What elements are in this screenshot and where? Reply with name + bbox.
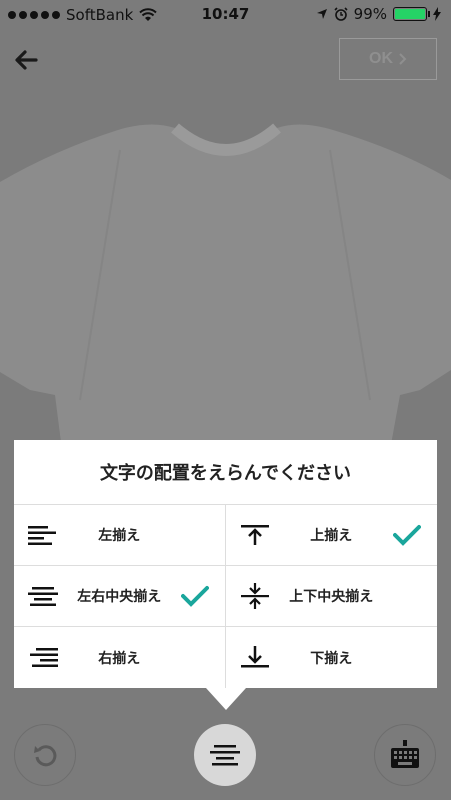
alignment-options: 左揃え 上揃え 左右中央揃え 上下中央揃え 右揃え 下揃え [14, 505, 437, 688]
text-align-button[interactable] [194, 724, 256, 786]
battery-percent: 99% [353, 5, 387, 23]
option-align-bottom[interactable]: 下揃え [226, 627, 438, 688]
refresh-button[interactable] [14, 724, 76, 786]
location-arrow-icon [316, 9, 327, 19]
option-label: 下揃え [310, 650, 353, 667]
check-icon [180, 586, 209, 607]
chevron-right-icon [399, 53, 407, 65]
ok-button[interactable]: OK [339, 38, 437, 80]
panel-title: 文字の配置をえらんでください [14, 440, 437, 505]
charging-icon [433, 7, 441, 21]
alignment-panel: 文字の配置をえらんでください 左揃え 上揃え 左右中央揃え 上下中央揃え 右揃え… [14, 440, 437, 688]
ok-button-label: OK [369, 50, 393, 67]
align-center-icon [210, 745, 240, 766]
panel-pointer [206, 688, 246, 710]
check-icon [393, 525, 421, 546]
option-align-left[interactable]: 左揃え [14, 505, 226, 566]
option-label: 上下中央揃え [289, 589, 374, 605]
tshirt-preview [0, 123, 451, 450]
option-align-top[interactable]: 上揃え [225, 505, 437, 566]
keyboard-button[interactable] [374, 724, 436, 786]
option-align-center[interactable]: 左右中央揃え [14, 566, 226, 627]
back-arrow-icon[interactable] [12, 46, 40, 74]
keyboard-icon [391, 740, 419, 768]
refresh-icon [34, 745, 57, 767]
status-right: 99% [316, 5, 441, 23]
alarm-icon [334, 7, 348, 21]
option-align-middle[interactable]: 上下中央揃え [225, 566, 437, 627]
battery-icon [393, 7, 430, 21]
status-bar: SoftBank 10:47 99% [0, 0, 451, 30]
option-label: 左揃え [98, 528, 141, 544]
option-align-right[interactable]: 右揃え [14, 627, 226, 688]
option-label: 右揃え [98, 650, 141, 667]
